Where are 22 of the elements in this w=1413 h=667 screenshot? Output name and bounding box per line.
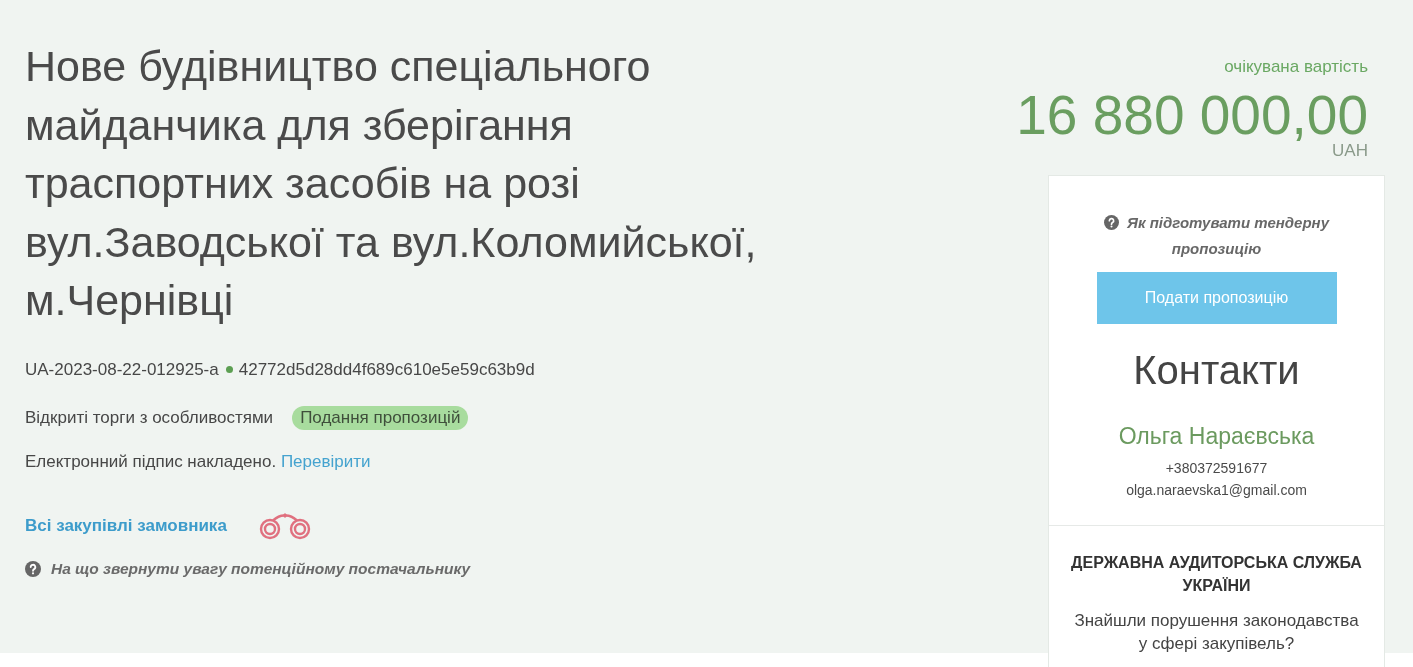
help-link[interactable]: Як підготувати тендерну пропозицію [1091, 210, 1342, 262]
expected-value-label: очікувана вартість [1224, 56, 1368, 78]
question-icon [25, 560, 41, 577]
contacts-heading: Контакти [1133, 347, 1300, 394]
audit-title: ДЕРЖАВНА АУДИТОРСЬКА СЛУЖБА УКРАЇНИ [1070, 553, 1363, 596]
status-badge: Подання пропозицій [292, 405, 469, 430]
audit-text: Знайшли порушення законодавства у сфері закупівель? [1073, 610, 1360, 655]
tender-id: UA-2023-08-22-012925-a [25, 358, 219, 381]
verify-link[interactable]: Перевірити [280, 451, 371, 471]
tender-hash: 42772d5d28dd4f689c610e5e59c63b9d [238, 358, 535, 381]
signature-note: Електронний підпис накладено. Перевірити [25, 450, 371, 473]
question-icon [1104, 215, 1119, 230]
contact-phone: +380372591677 [1165, 459, 1268, 478]
procedure-type: Відкриті торги з особливостями [25, 406, 274, 429]
submit-button[interactable]: Подати пропозицію [1096, 272, 1337, 324]
contact-email: olga.naraevska1@gmail.com [1126, 481, 1307, 500]
buyer-purchases-link[interactable]: Всі закупівлі замовника [25, 513, 227, 538]
tender-title: Нове будівництво спеціального майданчика для зберігання траспортних засобів на розі вул.Заводської та вул.Коломийської, м.Чернівці [25, 41, 758, 326]
binoculars-icon [258, 511, 311, 540]
contact-name: Ольга Нараєвська [1118, 422, 1315, 451]
supplier-tips-link[interactable]: На що звернути увагу потенційному постачальнику [25, 556, 471, 581]
separator-dot-icon [225, 366, 233, 373]
